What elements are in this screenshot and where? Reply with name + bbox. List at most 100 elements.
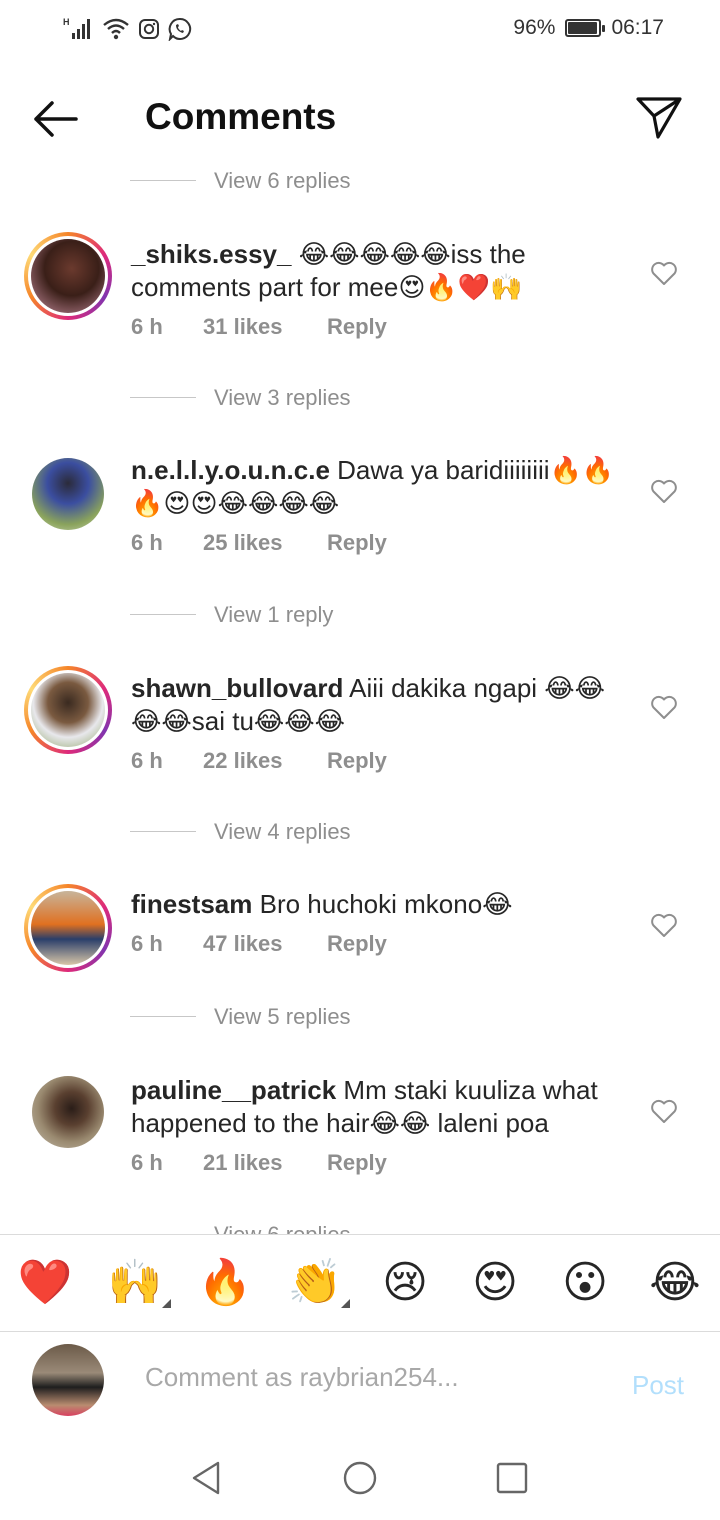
replies-divider [130, 614, 196, 615]
emoji-laughing-button[interactable]: 😂 [647, 1257, 703, 1309]
comment-body: n.e.l.l.y.o.u.n.c.e Dawa ya baridiiiiiii… [131, 454, 621, 556]
replies-divider [130, 1016, 196, 1017]
view-replies-row[interactable]: View 3 replies [0, 377, 720, 421]
clock: 06:17 [611, 16, 664, 39]
emoji-clapping-button[interactable]: 👏 [287, 1257, 343, 1309]
reply-button[interactable]: Reply [327, 530, 387, 556]
avatar[interactable] [32, 1076, 104, 1148]
view-replies-link[interactable]: View 1 reply [214, 602, 333, 628]
emoji-quick-bar: ❤️ 🙌 🔥 👏 😢 😍 😮 😂 [0, 1234, 720, 1332]
comment-body: _shiks.essy_ 😂😂😂😂😂iss the comments part … [131, 238, 621, 340]
comment-body: pauline__patrick Mm staki kuuliza what h… [131, 1074, 621, 1176]
heart-icon[interactable] [650, 478, 678, 504]
reply-button[interactable]: Reply [327, 1150, 387, 1176]
replies-divider [130, 397, 196, 398]
replies-divider [130, 831, 196, 832]
comment-time: 6 h [131, 1150, 163, 1175]
status-bar: H 96% 06:17 [0, 0, 720, 64]
emoji-fire-button[interactable]: 🔥 [197, 1257, 253, 1309]
avatar[interactable] [32, 458, 104, 530]
avatar [31, 239, 105, 313]
svg-text:H: H [63, 17, 70, 27]
status-icons-left: H [62, 16, 192, 42]
avatar [31, 673, 105, 747]
view-replies-row[interactable]: View 5 replies [0, 996, 720, 1040]
comment-text: shawn_bullovard Aiii dakika ngapi 😂😂😂😂sa… [131, 672, 621, 738]
status-icons-right: 96% 06:17 [513, 16, 664, 40]
post-button[interactable]: Post [632, 1370, 684, 1401]
comment-username[interactable]: n.e.l.l.y.o.u.n.c.e [131, 455, 330, 485]
emoji-crying-button[interactable]: 😢 [377, 1257, 433, 1309]
comment-likes[interactable]: 21 likes [203, 1150, 327, 1176]
comment-meta: 6 h 47 likes Reply [131, 931, 621, 957]
share-button[interactable] [634, 94, 684, 140]
current-user-avatar [32, 1344, 104, 1416]
comment-item: n.e.l.l.y.o.u.n.c.e Dawa ya baridiiiiiii… [0, 450, 720, 600]
comment-item: finestsam Bro huchoki mkono😂 6 h 47 like… [0, 884, 720, 1004]
heart-icon[interactable] [650, 1098, 678, 1124]
nav-recents-icon[interactable] [490, 1456, 534, 1500]
comment-item: _shiks.essy_ 😂😂😂😂😂iss the comments part … [0, 232, 720, 382]
reply-button[interactable]: Reply [327, 931, 387, 957]
comment-likes[interactable]: 25 likes [203, 530, 327, 556]
instagram-icon [139, 19, 159, 39]
view-replies-row[interactable]: View 6 replies [0, 1214, 720, 1235]
comment-username[interactable]: pauline__patrick [131, 1075, 336, 1105]
emoji-heart-button[interactable]: ❤️ [17, 1257, 73, 1309]
view-replies-link[interactable]: View 6 replies [214, 168, 351, 194]
nav-back-icon[interactable] [186, 1456, 230, 1500]
emoji-surprised-button[interactable]: 😮 [557, 1257, 613, 1309]
battery-level [568, 22, 598, 34]
back-button[interactable] [28, 94, 84, 144]
comment-body: shawn_bullovard Aiii dakika ngapi 😂😂😂😂sa… [131, 672, 621, 774]
comment-meta: 6 h 25 likes Reply [131, 530, 621, 556]
comment-meta: 6 h 21 likes Reply [131, 1150, 621, 1176]
system-nav-bar [0, 1436, 720, 1520]
view-replies-row[interactable]: View 6 replies [0, 160, 720, 204]
avatar [31, 891, 105, 965]
comment-input[interactable] [145, 1362, 585, 1393]
reply-button[interactable]: Reply [327, 748, 387, 774]
avatar-story-ring[interactable] [24, 666, 112, 754]
nav-home-icon[interactable] [338, 1456, 382, 1500]
comment-username[interactable]: shawn_bullovard [131, 673, 343, 703]
reply-button[interactable]: Reply [327, 314, 387, 340]
emoji-heart-eyes-button[interactable]: 😍 [467, 1257, 523, 1309]
comment-message: Bro huchoki mkono😂 [252, 889, 513, 919]
heart-icon[interactable] [650, 912, 678, 938]
page-title: Comments [145, 96, 337, 137]
signal-icon: H [63, 17, 90, 39]
view-replies-link[interactable]: View 5 replies [214, 1004, 351, 1030]
comment-text: _shiks.essy_ 😂😂😂😂😂iss the comments part … [131, 238, 621, 304]
comment-username[interactable]: _shiks.essy_ [131, 239, 291, 269]
comment-text: finestsam Bro huchoki mkono😂 [131, 888, 621, 921]
view-replies-row[interactable]: View 4 replies [0, 811, 720, 855]
comment-item: pauline__patrick Mm staki kuuliza what h… [0, 1070, 720, 1220]
comment-likes[interactable]: 22 likes [203, 748, 327, 774]
skin-tone-more-icon [341, 1299, 350, 1308]
header: Comments [0, 64, 720, 174]
comment-time: 6 h [131, 530, 163, 555]
avatar-story-ring[interactable] [24, 884, 112, 972]
heart-icon[interactable] [650, 694, 678, 720]
comment-time: 6 h [131, 748, 163, 773]
avatar-story-ring[interactable] [24, 232, 112, 320]
view-replies-link[interactable]: View 4 replies [214, 819, 351, 845]
comment-meta: 6 h 22 likes Reply [131, 748, 621, 774]
view-replies-link[interactable]: View 3 replies [214, 385, 351, 411]
emoji-raised-hands-button[interactable]: 🙌 [107, 1257, 163, 1309]
battery-icon [565, 19, 606, 37]
comments-list[interactable]: View 6 replies _shiks.essy_ 😂😂😂😂😂iss the… [0, 160, 720, 1235]
comment-item: shawn_bullovard Aiii dakika ngapi 😂😂😂😂sa… [0, 666, 720, 816]
comment-likes[interactable]: 31 likes [203, 314, 327, 340]
battery-percent: 96% [513, 16, 556, 39]
comment-username[interactable]: finestsam [131, 889, 252, 919]
wifi-icon [103, 18, 129, 40]
view-replies-row[interactable]: View 1 reply [0, 594, 720, 638]
comment-text: pauline__patrick Mm staki kuuliza what h… [131, 1074, 621, 1140]
comment-likes[interactable]: 47 likes [203, 931, 327, 957]
comment-time: 6 h [131, 931, 163, 956]
whatsapp-icon [168, 17, 192, 41]
heart-icon[interactable] [650, 260, 678, 286]
replies-divider [130, 180, 196, 181]
